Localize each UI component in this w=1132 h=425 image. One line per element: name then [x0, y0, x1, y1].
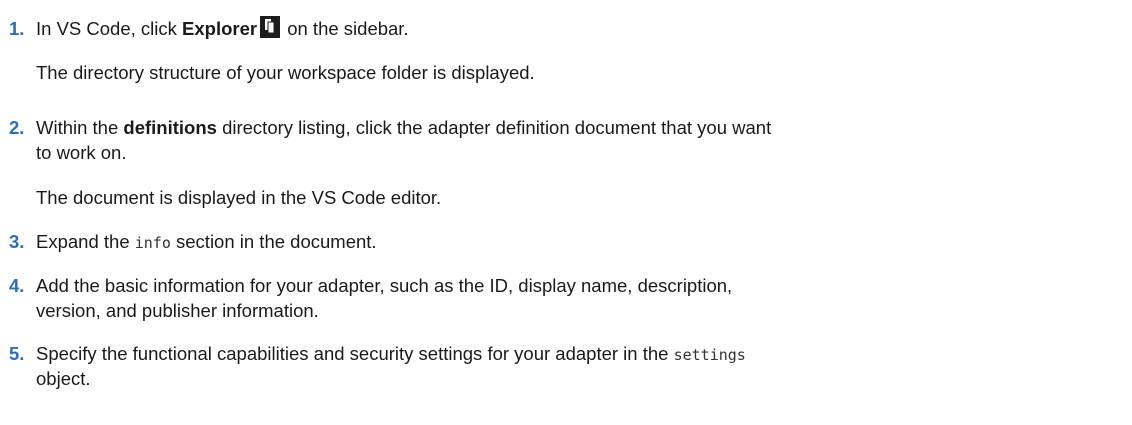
info-code: info	[134, 234, 171, 252]
settings-code: settings	[673, 346, 746, 364]
step-text: Add the basic information for your adapt…	[36, 275, 733, 296]
step-number: 3.	[9, 231, 25, 252]
step-text-start: Within the	[36, 117, 124, 138]
step-text: Within the definitions directory listing…	[36, 115, 1112, 141]
step-text-start: Expand the	[36, 231, 135, 252]
definitions-label: definitions	[123, 117, 217, 138]
step-text-line2: version, and publisher information.	[36, 300, 319, 321]
step-text-end: on the sidebar.	[282, 18, 409, 39]
step-text: Specify the functional capabilities and …	[36, 341, 1112, 368]
step-result: The document is displayed in the VS Code…	[36, 187, 442, 208]
step-number: 2.	[9, 117, 25, 138]
step-text-start: Specify the functional capabilities and …	[36, 343, 674, 364]
step-number: 5.	[9, 343, 25, 364]
explorer-label: Explorer	[182, 18, 258, 39]
steps-list: 1. In VS Code, click Explorer on the sid…	[0, 0, 1132, 425]
step-text: Expand the info section in the document.	[36, 229, 1112, 256]
step-text-end: directory listing, click the adapter def…	[216, 117, 772, 138]
step-number: 1.	[9, 18, 25, 39]
step-text-start: In VS Code, click	[36, 18, 183, 39]
step-number: 4.	[9, 275, 25, 296]
step-text: In VS Code, click Explorer on the sideba…	[36, 16, 1112, 42]
step-text-end: section in the document.	[170, 231, 377, 252]
explorer-icon	[260, 16, 281, 38]
step-text-line2: to work on.	[36, 142, 127, 163]
step-result: The directory structure of your workspac…	[36, 62, 535, 83]
step-text-line2: object.	[36, 368, 91, 389]
